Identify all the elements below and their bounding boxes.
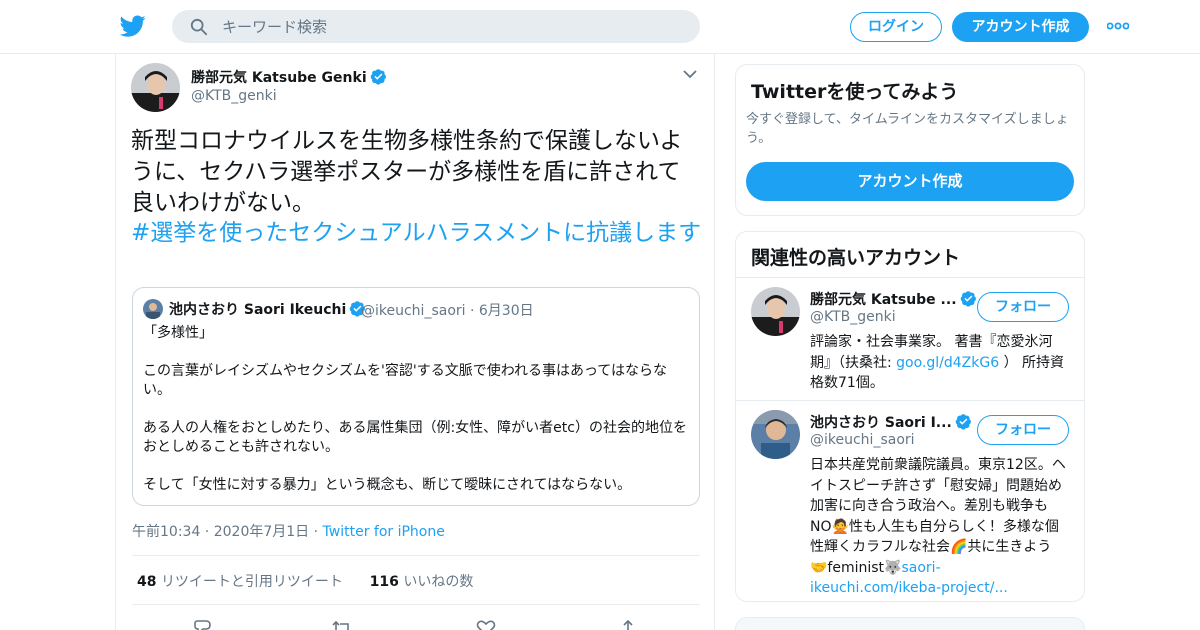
quoted-tweet[interactable]: 池内さおり Saori Ikeuchi @ikeuchi_saori · 6月3…	[132, 287, 700, 506]
related-account-bio: 日本共産党前衆議院議員。東京12区。ヘイトスピーチ許さず「慰安婦」問題始め加害に…	[810, 455, 1068, 599]
quoted-date: 6月30日	[478, 303, 534, 319]
search-icon	[190, 18, 208, 36]
related-account[interactable]: 勝部元気 Katsube ... @KTB_genki フォロー 評論家・社会事…	[736, 278, 1084, 400]
tweet-timestamp: 午前10:34 · 2020年7月1日 · Twitter for iPhone	[132, 524, 445, 540]
quoted-paragraph: この言葉がレイシズムやセクシズムを'容認'する文脈で使われる事はあってはならない…	[143, 363, 668, 398]
related-account[interactable]: 池内さおり Saori I... @ikeuchi_saori フォロー 日本共…	[736, 401, 1084, 601]
chevron-down-icon[interactable]	[683, 69, 697, 79]
signup-card-subtitle: 今すぐ登録して、タイムラインをカスタマイズしましょう。	[746, 112, 1069, 146]
tweet-actions	[116, 616, 716, 630]
verified-badge-icon	[955, 414, 971, 430]
quoted-meta: @ikeuchi_saori · 6月30日	[361, 303, 534, 319]
retweets-label: リツイートと引用リツイート	[160, 574, 343, 590]
tweet-text: 新型コロナウイルスを生物多様性条約で保護しないように、セクハラ選挙ポスターが多様…	[131, 128, 683, 216]
quoted-paragraph: ある人の人権をおとしめたり、ある属性集団（例:女性、障がい者etc）の社会的地位…	[143, 420, 687, 455]
related-account-handle[interactable]: @KTB_genki	[810, 309, 896, 325]
tweet-hashtag-link[interactable]: #選挙を使ったセクシュアルハラスメントに抗議します	[131, 218, 703, 249]
quoted-author-name-text: 池内さおり Saori Ikeuchi	[169, 302, 347, 318]
related-account-name-text: 勝部元気 Katsube ...	[810, 292, 957, 308]
author-name[interactable]: 勝部元気 Katsube Genki	[191, 67, 387, 87]
related-account-name[interactable]: 勝部元気 Katsube ...	[810, 289, 977, 309]
verified-badge-icon	[960, 291, 976, 307]
more-options-icon[interactable]	[1107, 20, 1129, 32]
quoted-author-handle: @ikeuchi_saori	[361, 303, 466, 319]
tweet-source-link[interactable]: Twitter for iPhone	[323, 524, 445, 540]
reply-icon[interactable]	[192, 620, 212, 630]
likes-count: 116	[369, 574, 399, 590]
quoted-paragraph: そして「女性に対する暴力」という概念も、断じて曖昧にされてはならない。	[143, 477, 632, 493]
likes-label: いいねの数	[403, 574, 474, 590]
tweet-date: 2020年7月1日	[213, 524, 310, 540]
signup-card-title: Twitterを使ってみよう	[751, 81, 959, 103]
retweets-stat[interactable]: 48 リツイートと引用リツイート	[137, 574, 343, 590]
author-handle[interactable]: @KTB_genki	[191, 88, 277, 104]
bio-link[interactable]: goo.gl/d4ZkG6	[896, 355, 999, 371]
follow-button[interactable]: フォロー	[977, 292, 1069, 322]
search-bar[interactable]	[172, 10, 700, 43]
tweet-time: 午前10:34	[132, 524, 201, 540]
like-icon[interactable]	[476, 620, 496, 630]
retweet-icon[interactable]	[332, 620, 352, 630]
signup-card: Twitterを使ってみよう 今すぐ登録して、タイムラインをカスタマイズしましょ…	[735, 64, 1085, 216]
quoted-author-name: 池内さおり Saori Ikeuchi	[169, 299, 366, 319]
tweet-stats: 48 リツイートと引用リツイート 116 いいねの数	[137, 571, 473, 591]
related-accounts-card: 関連性の高いアカウント 勝部元気 Katsube ... @KTB_genki …	[735, 231, 1085, 602]
quoted-text: 「多様性」 この言葉がレイシズムやセクシズムを'容認'する文脈で使われる事はあっ…	[143, 324, 693, 495]
related-account-name[interactable]: 池内さおり Saori I...	[810, 412, 972, 432]
quoted-avatar-image	[143, 299, 163, 319]
related-account-avatar[interactable]	[751, 410, 800, 459]
search-input[interactable]	[222, 10, 682, 43]
verified-badge-icon	[370, 69, 386, 85]
related-account-avatar[interactable]	[751, 287, 800, 336]
quoted-author-avatar	[143, 299, 163, 319]
author-avatar[interactable]	[131, 63, 180, 112]
related-avatar-image	[751, 287, 800, 336]
bio-text: 日本共産党前衆議院議員。東京12区。ヘイトスピーチ許さず「慰安婦」問題始め加害に…	[810, 457, 1066, 576]
related-account-name-text: 池内さおり Saori I...	[810, 415, 952, 431]
author-name-text: 勝部元気 Katsube Genki	[191, 70, 367, 86]
related-avatar-image	[751, 410, 800, 459]
tweet-detail: 勝部元気 Katsube Genki @KTB_genki 新型コロナウイルスを…	[115, 54, 715, 630]
next-card-partial	[735, 617, 1085, 630]
retweets-count: 48	[137, 574, 157, 590]
signup-button[interactable]: アカウント作成	[952, 12, 1089, 42]
likes-stat[interactable]: 116 いいねの数	[370, 574, 474, 590]
author-avatar-image	[131, 63, 180, 112]
share-icon[interactable]	[618, 620, 638, 630]
login-button[interactable]: ログイン	[850, 12, 942, 42]
twitter-bird-icon[interactable]	[119, 13, 147, 39]
signup-card-button[interactable]: アカウント作成	[746, 162, 1074, 201]
divider	[132, 604, 700, 605]
divider	[132, 555, 700, 556]
top-nav-bar: ログイン アカウント作成	[0, 0, 1200, 54]
follow-button[interactable]: フォロー	[977, 415, 1069, 445]
related-accounts-title: 関連性の高いアカウント	[751, 247, 961, 269]
related-account-handle[interactable]: @ikeuchi_saori	[810, 432, 915, 448]
quoted-paragraph: 「多様性」	[143, 325, 213, 341]
related-account-bio: 評論家・社会事業家。 著書『恋愛氷河期』（扶桑社: goo.gl/d4ZkG6 …	[810, 332, 1068, 394]
